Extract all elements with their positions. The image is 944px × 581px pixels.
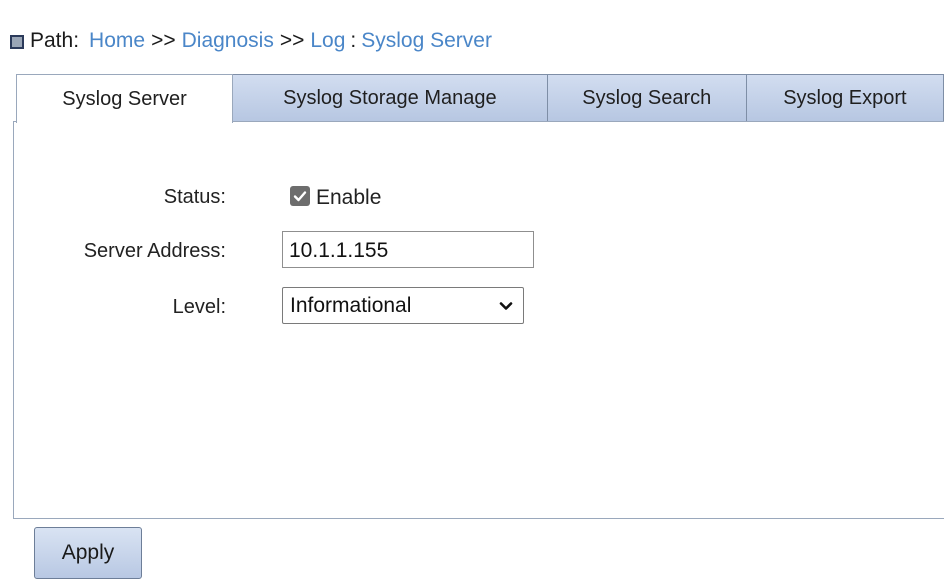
level-selected-value: Informational: [290, 293, 412, 317]
breadcrumb-diagnosis[interactable]: Diagnosis: [182, 29, 274, 53]
breadcrumb-home[interactable]: Home: [89, 29, 145, 53]
server-address-label: Server Address:: [83, 240, 226, 262]
breadcrumb-separator: >>: [151, 29, 176, 52]
apply-button[interactable]: Apply: [34, 527, 142, 579]
square-bullet-icon: [10, 35, 24, 49]
tab-syslog-search[interactable]: Syslog Search: [547, 74, 747, 122]
server-address-input[interactable]: [282, 231, 534, 268]
breadcrumb: Path: Home >> Diagnosis >> Log : Syslog …: [10, 24, 492, 58]
chevron-down-icon: [499, 302, 513, 310]
enable-checkbox[interactable]: Enable: [290, 184, 382, 209]
tab-syslog-storage-manage[interactable]: Syslog Storage Manage: [233, 74, 548, 122]
breadcrumb-syslog-server[interactable]: Syslog Server: [361, 29, 492, 53]
tab-syslog-server[interactable]: Syslog Server: [16, 74, 234, 123]
level-label: Level:: [172, 296, 226, 318]
path-label: Path:: [30, 29, 80, 52]
enable-label: Enable: [316, 186, 382, 209]
breadcrumb-log[interactable]: Log: [310, 29, 345, 53]
status-label: Status:: [163, 186, 226, 208]
tab-syslog-export[interactable]: Syslog Export: [746, 74, 944, 122]
tab-bar: Syslog Server Syslog Storage Manage Sysl…: [16, 74, 944, 123]
level-select[interactable]: Informational: [282, 287, 524, 324]
breadcrumb-separator: :: [350, 29, 357, 52]
checkbox-checked-icon[interactable]: [290, 186, 310, 206]
breadcrumb-separator: >>: [279, 29, 305, 52]
